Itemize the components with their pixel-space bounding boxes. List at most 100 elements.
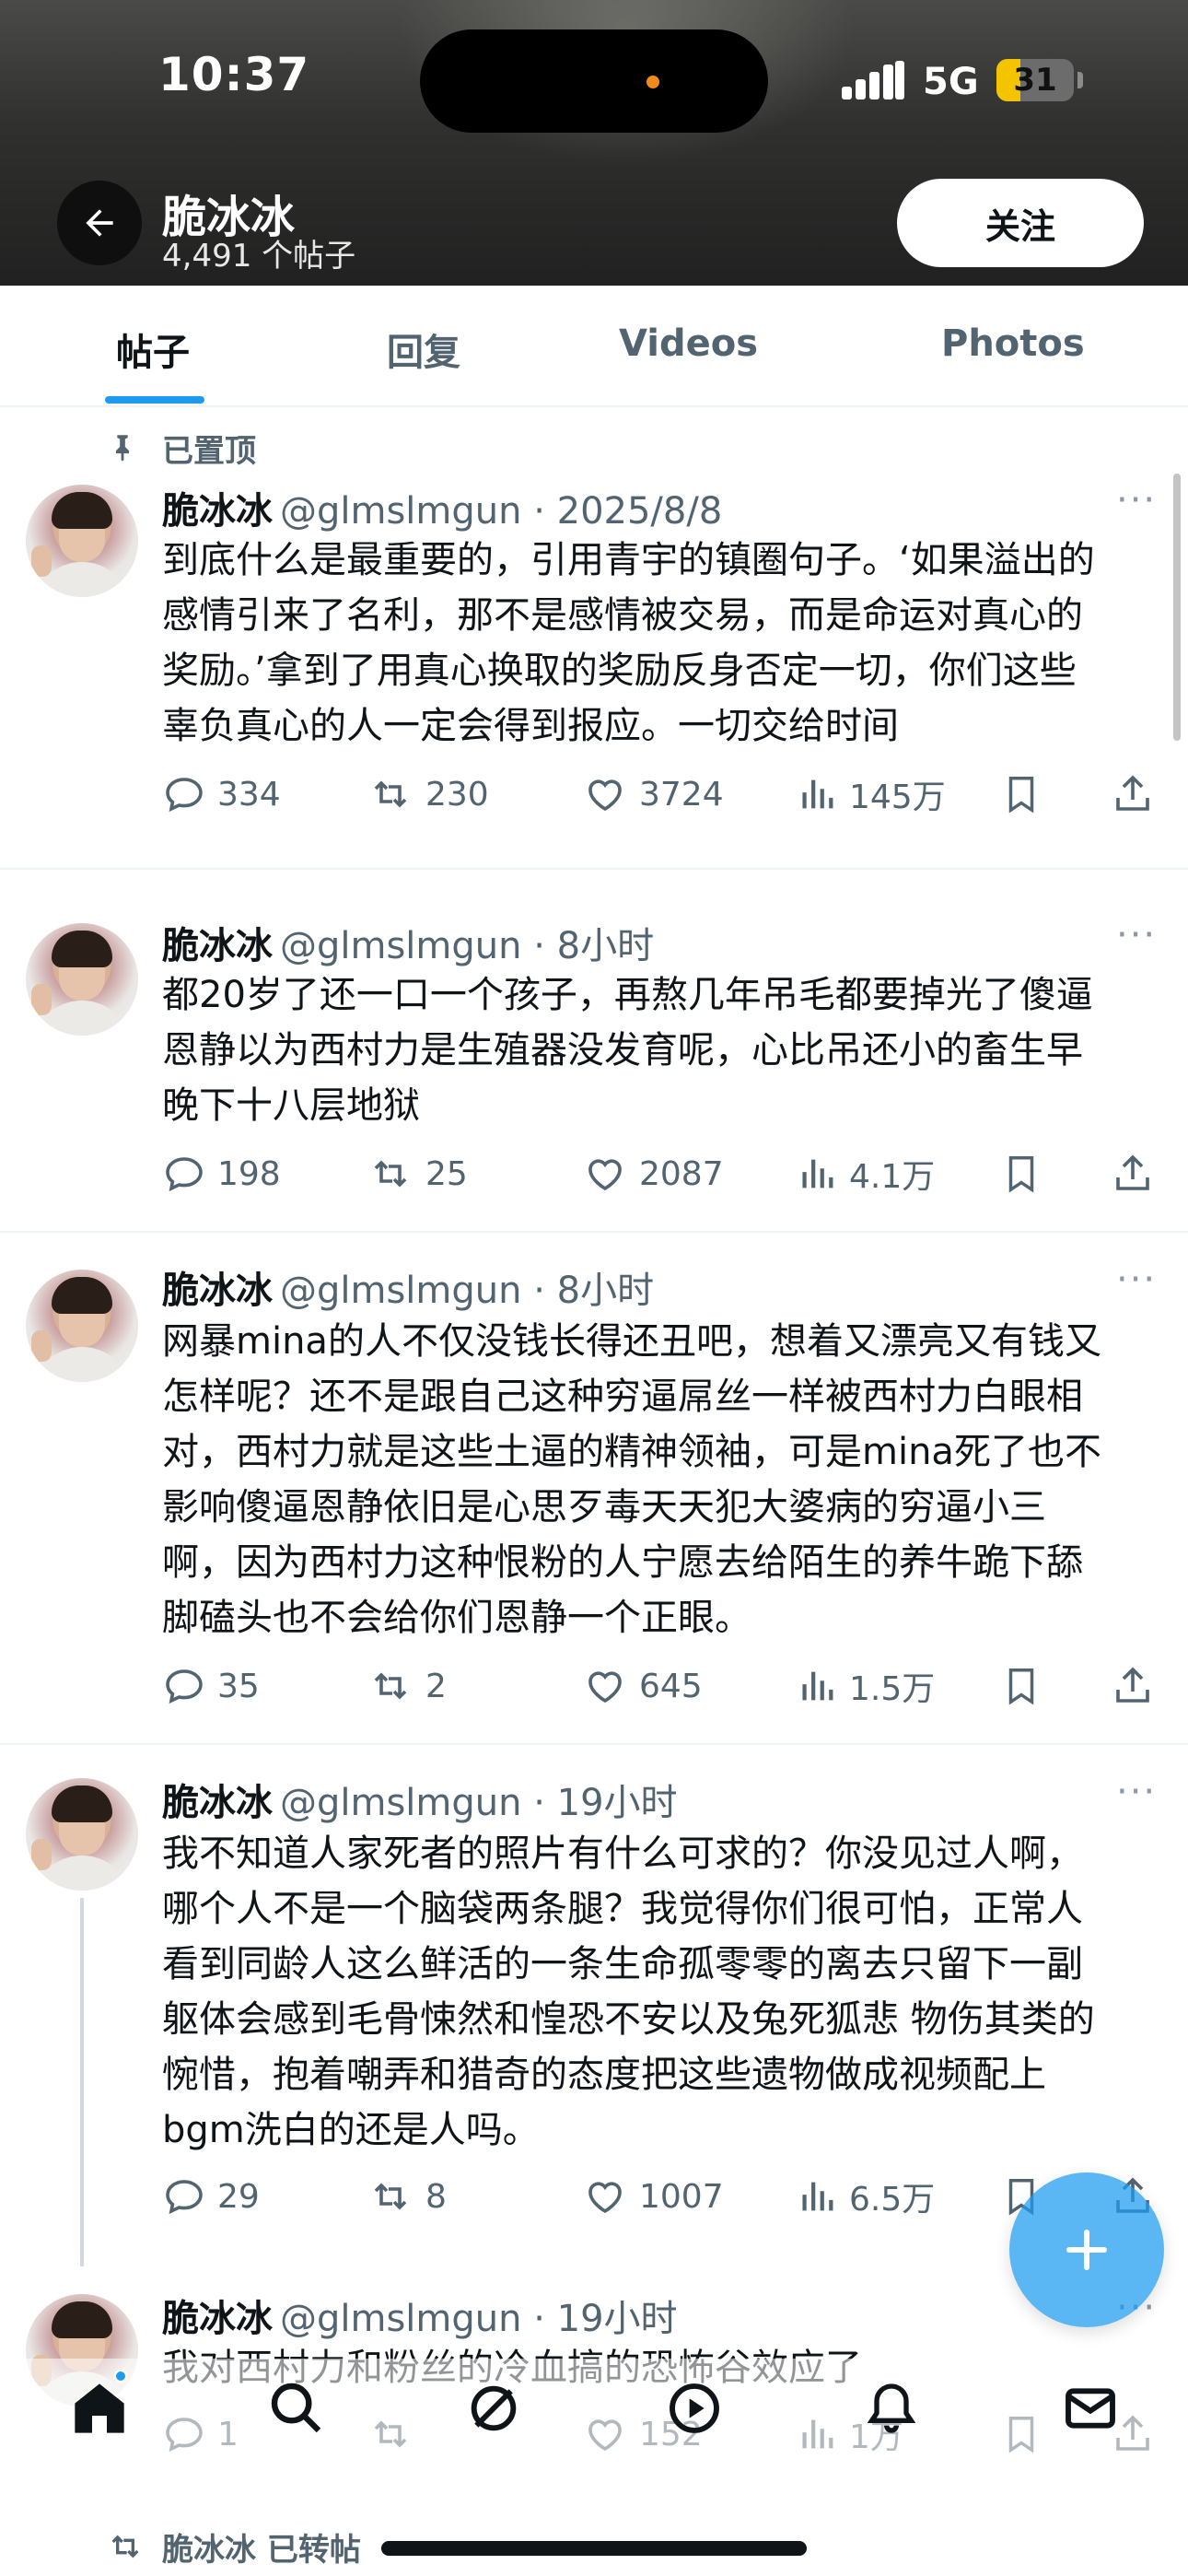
like-button[interactable]: 2087 xyxy=(582,1146,724,1201)
post-actions: 334 230 3724 145万 xyxy=(162,767,1166,822)
reply-button[interactable]: 29 xyxy=(162,2169,260,2224)
like-button[interactable]: 3724 xyxy=(582,767,724,822)
repost-count: 8 xyxy=(425,2177,447,2216)
like-icon xyxy=(588,2182,622,2214)
post-text: 都20岁了还一口一个孩子，再熬几年吊毛都要掉光了傻逼 恩静以为西村力是生殖器没发… xyxy=(162,974,1093,1127)
battery-cap xyxy=(1077,72,1083,88)
views-button[interactable]: 145万 xyxy=(796,767,946,822)
avatar[interactable] xyxy=(26,485,138,597)
profile-header: 10:37 5G 31 脆冰冰 4,491 个帖子 关注 xyxy=(0,0,1188,286)
post-header: 脆冰冰 @glmslmgun · 19小时 xyxy=(162,2289,678,2342)
bookmark-button[interactable] xyxy=(1000,767,1054,822)
repost-icon xyxy=(374,2183,407,2210)
like-button[interactable]: 645 xyxy=(582,1658,703,1714)
tab-posts[interactable]: 帖子 xyxy=(116,322,190,376)
author-name[interactable]: 脆冰冰 xyxy=(162,925,273,967)
reply-button[interactable]: 198 xyxy=(162,1146,281,1201)
repost-count: 2 xyxy=(425,1667,447,1705)
activity-dot-icon xyxy=(646,76,659,88)
author-name[interactable]: 脆冰冰 xyxy=(162,490,273,533)
bookmark-button[interactable] xyxy=(1000,1658,1054,1714)
bottom-navigation xyxy=(0,2359,1188,2484)
tab-photos[interactable]: Photos xyxy=(941,322,1085,365)
author-name[interactable]: 脆冰冰 xyxy=(162,1270,273,1312)
repost-button[interactable]: 25 xyxy=(367,1146,468,1201)
repost-icon xyxy=(374,1672,407,1700)
battery-icon: 31 xyxy=(996,59,1074,101)
post-item[interactable]: 脆冰冰 @glmslmgun · 8小时 ··· 网暴mina的人不仅没钱长得还丑… xyxy=(0,1233,1188,1745)
avatar[interactable] xyxy=(26,923,138,1036)
author-name[interactable]: 脆冰冰 xyxy=(162,2298,273,2340)
reply-count: 29 xyxy=(217,2177,260,2216)
views-button[interactable]: 6.5万 xyxy=(796,2169,935,2224)
author-handle-time: @glmslmgun · 2025/8/8 xyxy=(280,490,723,533)
views-count: 1.5万 xyxy=(849,1670,936,1708)
active-tab-indicator xyxy=(105,396,204,404)
post-item[interactable]: 脆冰冰 @glmslmgun · 8小时 ··· 都20岁了还一口一个孩子，再熬几… xyxy=(0,870,1188,1233)
views-count: 4.1万 xyxy=(849,1158,936,1196)
post-actions: 29 8 1007 6.5万 xyxy=(162,2169,1166,2224)
share-button[interactable] xyxy=(1111,1146,1166,1201)
more-options-icon[interactable]: ··· xyxy=(1116,479,1157,521)
video-icon[interactable] xyxy=(665,2379,724,2438)
repost-button[interactable]: 2 xyxy=(367,1658,447,1714)
reply-button[interactable]: 35 xyxy=(162,1658,260,1714)
tab-videos[interactable]: Videos xyxy=(619,322,758,365)
back-button[interactable] xyxy=(57,181,142,265)
share-button[interactable] xyxy=(1111,767,1166,822)
bookmark-button[interactable] xyxy=(1000,1146,1054,1201)
like-button[interactable]: 1007 xyxy=(582,2169,724,2224)
arrow-left-icon xyxy=(86,209,113,237)
like-icon xyxy=(588,1671,622,1704)
reply-icon xyxy=(166,1157,203,1192)
thread-connector-line xyxy=(80,1898,84,2266)
author-handle-time: @glmslmgun · 19小时 xyxy=(280,1782,678,1824)
more-options-icon[interactable]: ··· xyxy=(1116,1771,1157,1813)
share-icon xyxy=(1116,1154,1149,1190)
author-name[interactable]: 脆冰冰 xyxy=(162,1782,273,1824)
cellular-signal-icon xyxy=(842,61,904,100)
profile-tabs: 帖子 回复 Videos Photos xyxy=(0,286,1188,407)
reply-count: 334 xyxy=(217,775,281,814)
compose-button[interactable] xyxy=(1009,2172,1164,2327)
more-options-icon[interactable]: ··· xyxy=(1116,914,1157,956)
network-type: 5G xyxy=(923,61,979,103)
repost-icon xyxy=(374,1160,407,1188)
views-button[interactable]: 1.5万 xyxy=(796,1658,935,1714)
search-icon[interactable] xyxy=(267,2379,326,2438)
battery-level: 31 xyxy=(1013,62,1057,99)
bookmark-icon xyxy=(1008,777,1034,814)
views-button[interactable]: 4.1万 xyxy=(796,1146,935,1201)
home-icon[interactable] xyxy=(70,2379,129,2438)
post-text: 网暴mina的人不仅没钱长得还丑吧，想着又漂亮又有钱又 怎样呢？还不是跟自己这种… xyxy=(162,1320,1101,1639)
post-item[interactable]: 脆冰冰 @glmslmgun · 19小时 ··· 我不知道人家死者的照片有什么可… xyxy=(0,1745,1188,2257)
grok-icon[interactable] xyxy=(464,2379,523,2438)
avatar[interactable] xyxy=(26,1778,138,1891)
follow-button[interactable]: 关注 xyxy=(897,179,1144,267)
reply-icon xyxy=(166,2180,203,2215)
post-item[interactable]: 脆冰冰 @glmslmgun · 2025/8/8 ··· 到底什么是最重要的，引… xyxy=(0,474,1188,870)
views-icon xyxy=(802,1159,833,1188)
post-header: 脆冰冰 @glmslmgun · 2025/8/8 xyxy=(162,481,722,534)
like-count: 2087 xyxy=(639,1154,724,1193)
repost-icon xyxy=(111,2535,139,2558)
avatar[interactable] xyxy=(26,1270,138,1382)
more-options-icon[interactable]: ··· xyxy=(1116,1259,1157,1301)
like-count: 1007 xyxy=(639,2177,724,2216)
repost-button[interactable]: 230 xyxy=(367,767,489,822)
like-count: 645 xyxy=(639,1667,703,1705)
author-handle-time: @glmslmgun · 8小时 xyxy=(280,925,655,967)
share-button[interactable] xyxy=(1111,1658,1166,1714)
views-count: 145万 xyxy=(849,779,946,816)
repost-button[interactable]: 8 xyxy=(367,2169,447,2224)
share-icon xyxy=(1116,775,1149,811)
reply-button[interactable]: 334 xyxy=(162,767,281,822)
reply-icon xyxy=(166,778,203,813)
notifications-icon[interactable] xyxy=(862,2379,921,2438)
post-header: 脆冰冰 @glmslmgun · 8小时 xyxy=(162,916,654,969)
repost-icon xyxy=(374,780,407,808)
tab-replies[interactable]: 回复 xyxy=(387,322,460,376)
messages-icon[interactable] xyxy=(1061,2379,1120,2438)
author-handle-time: @glmslmgun · 19小时 xyxy=(280,2298,678,2340)
like-icon xyxy=(588,779,622,812)
